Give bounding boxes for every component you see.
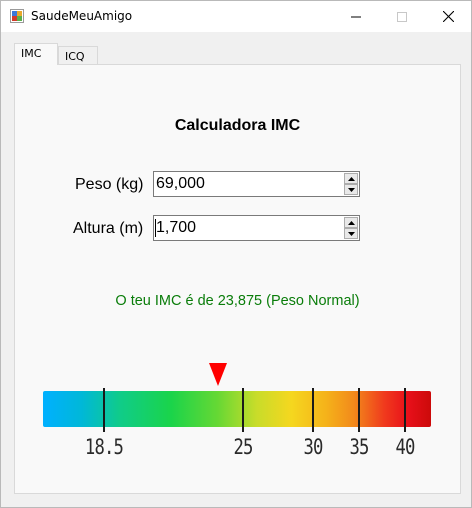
gauge-tick-35 bbox=[358, 388, 360, 432]
gauge-tick-40 bbox=[404, 388, 406, 432]
tab-strip: IMC ICQ bbox=[12, 41, 452, 65]
imc-gauge-bar bbox=[43, 391, 431, 427]
altura-value: 1,700 bbox=[156, 219, 197, 236]
imc-result: O teu IMC é de 23,875 (Peso Normal) bbox=[115, 293, 360, 309]
peso-value: 69,000 bbox=[156, 175, 205, 192]
altura-input[interactable]: 1,700 bbox=[153, 215, 360, 241]
altura-spinner bbox=[344, 217, 358, 239]
altura-label: Altura (m) bbox=[73, 220, 144, 237]
peso-decrement-button[interactable] bbox=[344, 184, 358, 195]
close-button[interactable] bbox=[425, 1, 471, 32]
gauge-label-30: 30 bbox=[303, 435, 323, 459]
minimize-icon bbox=[351, 16, 361, 17]
imc-pointer bbox=[209, 363, 227, 386]
gauge-label-18-5: 18.5 bbox=[84, 435, 124, 459]
gauge-tick-30 bbox=[312, 388, 314, 432]
gauge-tick-18-5 bbox=[103, 388, 105, 432]
altura-increment-button[interactable] bbox=[344, 217, 358, 228]
maximize-button[interactable] bbox=[379, 1, 425, 32]
gauge-label-25: 25 bbox=[233, 435, 253, 459]
minimize-button[interactable] bbox=[333, 1, 379, 32]
arrow-up-icon bbox=[347, 220, 355, 225]
tab-imc[interactable]: IMC bbox=[14, 43, 58, 65]
tab-icq[interactable]: ICQ bbox=[58, 46, 98, 64]
peso-input[interactable]: 69,000 bbox=[153, 171, 360, 197]
gauge-label-35: 35 bbox=[349, 435, 369, 459]
gauge-tick-25 bbox=[242, 388, 244, 432]
peso-spinner bbox=[344, 173, 358, 195]
page-title: Calculadora IMC bbox=[174, 117, 301, 134]
peso-increment-button[interactable] bbox=[344, 173, 358, 184]
app-icon bbox=[10, 9, 24, 23]
title-bar[interactable]: SaudeMeuAmigo bbox=[1, 1, 471, 32]
maximize-icon bbox=[397, 11, 407, 22]
window-title: SaudeMeuAmigo bbox=[31, 9, 133, 23]
tab-page-imc: Calculadora IMC Peso (kg) 69,000 Altura … bbox=[14, 64, 461, 494]
close-icon bbox=[442, 11, 454, 22]
altura-decrement-button[interactable] bbox=[344, 228, 358, 239]
peso-label: Peso (kg) bbox=[75, 176, 144, 193]
gauge-label-40: 40 bbox=[395, 435, 415, 459]
arrow-down-icon bbox=[347, 187, 355, 192]
app-window: SaudeMeuAmigo IMC ICQ Calculadora IMC Pe… bbox=[0, 0, 472, 508]
arrow-up-icon bbox=[347, 176, 355, 181]
arrow-down-icon bbox=[347, 231, 355, 236]
